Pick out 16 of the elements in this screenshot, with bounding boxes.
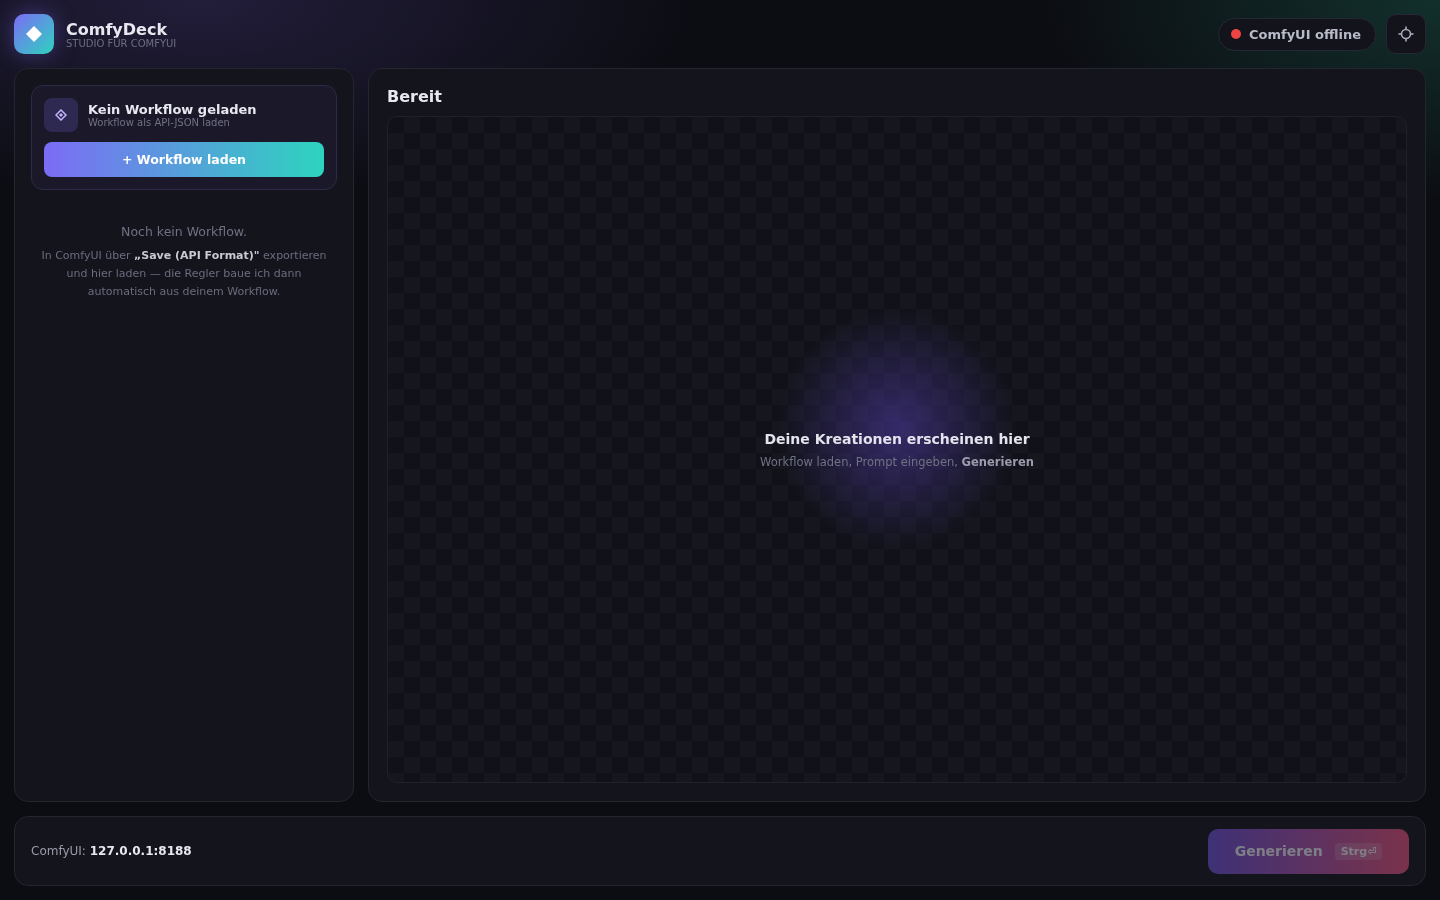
panel-title: Bereit (387, 87, 443, 106)
settings-icon (1398, 26, 1414, 42)
workflow-title: Kein Workflow geladen (88, 102, 257, 117)
empty-title: Noch kein Workflow. (121, 224, 247, 239)
stage-title: Deine Kreationen erscheinen hier (764, 430, 1030, 447)
shortcut-key: Strg⏎ (1334, 842, 1383, 860)
stage-hint: Workflow laden, Prompt eingeben, Generieren (760, 454, 1034, 469)
app-name: ComfyDeck (66, 19, 169, 39)
workflow-subtitle: Workflow als API-JSON laden (88, 117, 231, 128)
server-address: ComfyUI: 127.0.0.1:8188 (31, 844, 192, 858)
status-label: ComfyUI offline (1248, 26, 1361, 42)
load-workflow-button[interactable]: + Workflow laden (44, 142, 324, 177)
app-logo-icon (14, 14, 54, 54)
empty-hint: In ComfyUI über „Save (API Format)" exportieren und hier laden — die Regler baue ich dann automatisch aus deinem Workflow. (40, 248, 328, 300)
app-tagline: STUDIO FÜR COMFYUI (66, 38, 177, 49)
settings-button[interactable] (1386, 14, 1426, 54)
